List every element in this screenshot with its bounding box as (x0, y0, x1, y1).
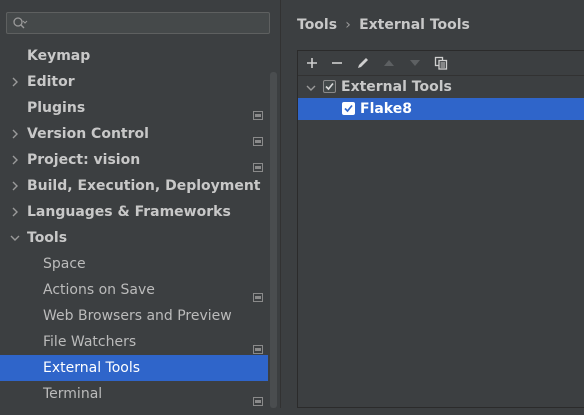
sidebar-item-languages[interactable]: Languages & Frameworks (0, 199, 268, 225)
sidebar-item-label: Keymap (27, 48, 91, 64)
search-icon (12, 15, 28, 31)
sidebar-item-plugins[interactable]: Plugins (0, 95, 268, 121)
breadcrumb: Tools › External Tools (297, 14, 470, 36)
checkmark-icon (344, 104, 353, 113)
sidebar-item-label: External Tools (43, 360, 141, 376)
sidebar-item-label: Version Control (27, 126, 149, 142)
move-down-button[interactable] (406, 54, 424, 72)
sidebar-item-label: Build, Execution, Deployment (27, 178, 261, 194)
tools-toolbar (298, 51, 584, 76)
sidebar-item-space[interactable]: Space (0, 251, 268, 277)
sidebar-item-label: Web Browsers and Preview (43, 308, 232, 324)
add-button[interactable] (303, 54, 321, 72)
sidebar-item-actions-on-save[interactable]: Actions on Save (0, 277, 268, 303)
sidebar-item-build[interactable]: Build, Execution, Deployment (0, 173, 268, 199)
sidebar-item-label: File Watchers (43, 334, 137, 350)
sidebar-item-editor[interactable]: Editor (0, 69, 268, 95)
sidebar-item-external-tools[interactable]: External Tools (0, 355, 268, 381)
copy-button[interactable] (432, 54, 450, 72)
sidebar-item-tools[interactable]: Tools (0, 225, 268, 251)
project-settings-icon (253, 285, 263, 302)
sidebar-item-project[interactable]: Project: vision (0, 147, 268, 173)
project-settings-icon (253, 389, 263, 406)
sidebar-item-label: Space (43, 256, 86, 272)
copy-icon (434, 56, 448, 70)
settings-tree: Keymap Editor Plugins Version Control Pr… (0, 43, 268, 407)
sidebar-item-label: Editor (27, 74, 75, 90)
chevron-right-icon[interactable] (9, 173, 23, 199)
project-settings-icon (253, 129, 263, 146)
remove-button[interactable] (328, 54, 346, 72)
tool-checkbox[interactable] (342, 102, 355, 115)
chevron-down-icon[interactable] (306, 76, 318, 98)
project-settings-icon (253, 103, 263, 120)
search-field[interactable] (6, 12, 270, 34)
sidebar-item-label: Actions on Save (43, 282, 155, 298)
sidebar-item-label: Project: vision (27, 152, 141, 168)
breadcrumb-current: External Tools (359, 17, 470, 33)
chevron-right-icon[interactable] (9, 121, 23, 147)
settings-content: Tools › External Tools External Tools Fl… (281, 0, 584, 408)
external-tools-panel: External Tools Flake8 (297, 50, 584, 408)
remove-icon (332, 62, 342, 64)
move-up-button[interactable] (380, 54, 398, 72)
chevron-right-icon[interactable] (9, 69, 23, 95)
checkmark-icon (325, 82, 334, 91)
tool-group-row[interactable]: External Tools (298, 76, 584, 98)
chevron-down-icon[interactable] (9, 225, 23, 251)
sidebar-item-terminal[interactable]: Terminal (0, 381, 268, 407)
sidebar-item-label: Plugins (27, 100, 86, 116)
edit-icon (358, 58, 368, 68)
breadcrumb-parent[interactable]: Tools (297, 17, 337, 33)
sidebar-item-web-browsers[interactable]: Web Browsers and Preview (0, 303, 268, 329)
settings-sidebar: Keymap Editor Plugins Version Control Pr… (0, 0, 280, 408)
move-down-icon (410, 60, 420, 66)
edit-button[interactable] (354, 54, 372, 72)
sidebar-item-label: Languages & Frameworks (27, 204, 231, 220)
add-icon (307, 58, 317, 68)
project-settings-icon (253, 155, 263, 172)
sidebar-item-version-control[interactable]: Version Control (0, 121, 268, 147)
tool-label: Flake8 (360, 101, 412, 117)
sidebar-scrollbar[interactable] (270, 72, 277, 408)
chevron-right-icon[interactable] (9, 199, 23, 225)
chevron-right-icon[interactable] (9, 147, 23, 173)
breadcrumb-separator-icon: › (345, 17, 351, 33)
sidebar-item-keymap[interactable]: Keymap (0, 43, 268, 69)
sidebar-item-label: Terminal (43, 386, 103, 402)
project-settings-icon (253, 337, 263, 354)
sidebar-item-file-watchers[interactable]: File Watchers (0, 329, 268, 355)
tool-row[interactable]: Flake8 (298, 98, 584, 120)
tools-tree: External Tools Flake8 (298, 76, 584, 407)
tool-group-label: External Tools (341, 79, 452, 95)
move-up-icon (384, 60, 394, 66)
group-checkbox[interactable] (323, 80, 336, 93)
sidebar-item-label: Tools (27, 230, 68, 246)
